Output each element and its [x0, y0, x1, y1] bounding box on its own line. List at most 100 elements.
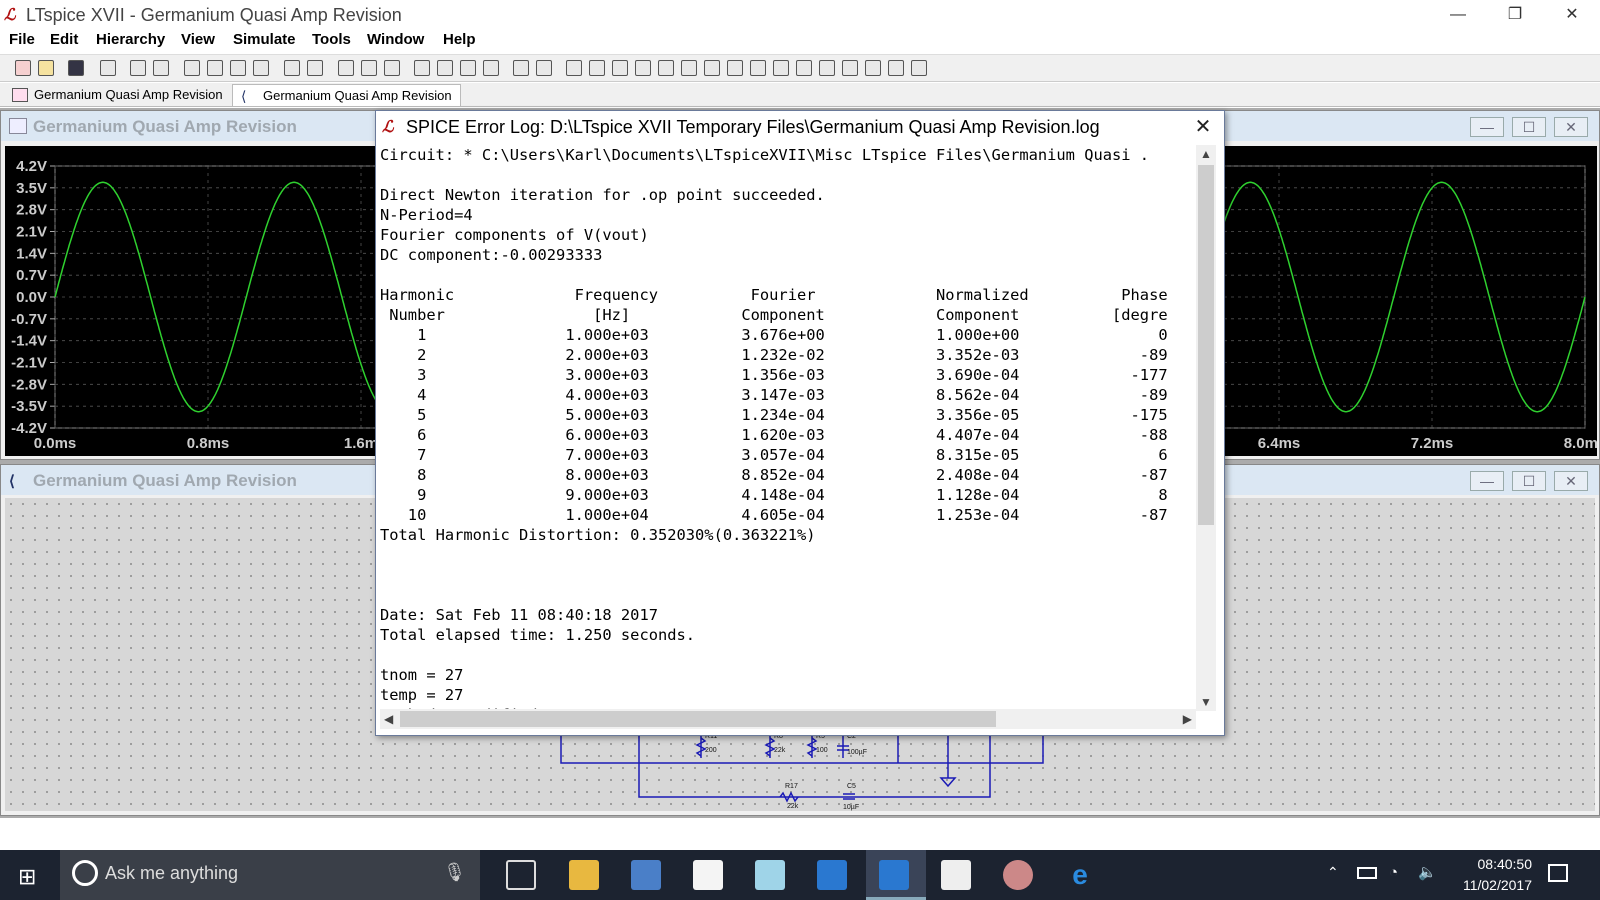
tab-waveform[interactable]: Germanium Quasi Amp Revision — [4, 84, 231, 106]
restore-button[interactable]: ❐ — [1492, 3, 1538, 27]
copy-icon[interactable] — [437, 60, 453, 76]
microphone-icon[interactable]: 🎙 — [443, 862, 466, 883]
document-icon[interactable] — [693, 860, 723, 890]
menu-hierarchy[interactable]: Hierarchy — [96, 31, 165, 48]
child-maximize-button[interactable]: ☐ — [1512, 117, 1546, 137]
diode-icon[interactable] — [704, 60, 720, 76]
schematic-icon: ⟨ — [241, 88, 247, 104]
control-panel-icon[interactable] — [100, 60, 116, 76]
tile-horizontal-icon[interactable] — [338, 60, 354, 76]
resistor-icon[interactable] — [635, 60, 651, 76]
new-schematic-icon[interactable] — [15, 60, 31, 76]
component-icon[interactable] — [727, 60, 743, 76]
show-hidden-icons-icon[interactable]: ⌃ — [1327, 864, 1339, 881]
text-icon[interactable] — [888, 60, 904, 76]
battery-icon[interactable] — [1357, 867, 1377, 879]
menu-edit[interactable]: Edit — [50, 31, 78, 48]
scroll-right-icon[interactable]: ▶ — [1183, 712, 1192, 726]
dialog-close-button[interactable]: ✕ — [1188, 114, 1218, 138]
child-close-button[interactable]: ✕ — [1554, 117, 1588, 137]
y-tick-label: 2.8V — [16, 202, 47, 219]
find-icon[interactable] — [483, 60, 499, 76]
inductor-icon[interactable] — [681, 60, 697, 76]
ground-icon[interactable] — [589, 60, 605, 76]
wifi-icon[interactable]: ◔ — [1389, 864, 1398, 881]
grid-icon[interactable] — [307, 60, 323, 76]
action-center-icon[interactable] — [1548, 864, 1568, 882]
menu-help[interactable]: Help — [443, 31, 476, 48]
scroll-down-icon[interactable]: ▼ — [1200, 695, 1212, 709]
horizontal-scrollbar[interactable]: ◀ ▶ — [380, 709, 1196, 729]
log-line: temp = 27 — [380, 686, 464, 704]
minimize-button[interactable]: — — [1435, 3, 1481, 27]
part-val-c5: 10µF — [843, 804, 859, 811]
search-placeholder: Ask me anything — [105, 863, 239, 883]
capacitor-icon[interactable] — [658, 60, 674, 76]
child-close-button[interactable]: ✕ — [1554, 471, 1588, 491]
run-icon[interactable] — [130, 60, 146, 76]
spice-error-log-dialog[interactable]: ℒ SPICE Error Log: D:\LTspice XVII Tempo… — [375, 110, 1225, 736]
paint-icon[interactable] — [1003, 860, 1033, 890]
edge-browser-icon[interactable]: e — [1065, 860, 1095, 890]
horizontal-scroll-thumb[interactable] — [400, 711, 996, 727]
scroll-up-icon[interactable]: ▲ — [1200, 147, 1212, 161]
menu-file[interactable]: File — [9, 31, 35, 48]
wire-icon[interactable] — [566, 60, 582, 76]
dialog-title: SPICE Error Log: D:\LTspice XVII Tempora… — [406, 117, 1100, 137]
save-icon[interactable] — [68, 60, 84, 76]
y-tick-label: -1.4V — [11, 333, 47, 350]
close-button[interactable]: ✕ — [1549, 3, 1595, 27]
tab-schematic[interactable]: ⟨ Germanium Quasi Amp Revision — [232, 84, 461, 106]
note-icon[interactable] — [755, 860, 785, 890]
spice-directive-icon[interactable] — [911, 60, 927, 76]
zoom-out-icon[interactable] — [230, 60, 246, 76]
redo-icon[interactable] — [819, 60, 835, 76]
volume-icon[interactable]: 🔈 — [1418, 863, 1437, 881]
log-line: Direct Newton iteration for .op point su… — [380, 186, 825, 204]
clock-date[interactable]: 11/02/2017 — [1463, 877, 1532, 893]
tile-vertical-icon[interactable] — [384, 60, 400, 76]
drag-icon[interactable] — [773, 60, 789, 76]
autorange-icon[interactable] — [284, 60, 300, 76]
zoom-pan-icon[interactable] — [207, 60, 223, 76]
print-icon[interactable] — [536, 60, 552, 76]
ltspice-xvii-icon[interactable] — [879, 860, 909, 890]
ltspice-iv-icon[interactable] — [817, 860, 847, 890]
scroll-left-icon[interactable]: ◀ — [384, 712, 393, 726]
paste-icon[interactable] — [460, 60, 476, 76]
cortana-search-box[interactable]: Ask me anything 🎙 — [60, 850, 480, 900]
child-minimize-button[interactable]: — — [1470, 117, 1504, 137]
library-icon[interactable] — [631, 860, 661, 890]
schematic-wires — [560, 734, 1044, 798]
vertical-scrollbar[interactable]: ▲ ▼ — [1196, 145, 1216, 711]
menu-simulate[interactable]: Simulate — [233, 31, 296, 48]
mirror-icon[interactable] — [865, 60, 881, 76]
file-explorer-icon[interactable] — [569, 860, 599, 890]
x-tick-label: 1.6m — [344, 435, 378, 452]
print-setup-icon[interactable] — [513, 60, 529, 76]
menu-window[interactable]: Window — [367, 31, 424, 48]
log-text[interactable]: Circuit: * C:\Users\Karl\Documents\LTspi… — [380, 145, 1190, 711]
cascade-icon[interactable] — [361, 60, 377, 76]
undo-icon[interactable] — [796, 60, 812, 76]
label-net-icon[interactable] — [612, 60, 628, 76]
menu-tools[interactable]: Tools — [312, 31, 351, 48]
open-icon[interactable] — [38, 60, 54, 76]
task-view-icon[interactable] — [506, 860, 536, 890]
child-maximize-button[interactable]: ☐ — [1512, 471, 1546, 491]
part-val-r5: 100 — [816, 747, 828, 754]
move-icon[interactable] — [750, 60, 766, 76]
log-line: 2 2.000e+03 1.232e-02 3.352e-03 -89 — [380, 346, 1168, 364]
zoom-in-icon[interactable] — [184, 60, 200, 76]
windows-start-icon[interactable]: ⊞ — [18, 864, 36, 890]
halt-icon[interactable] — [153, 60, 169, 76]
zoom-fit-icon[interactable] — [253, 60, 269, 76]
toolbar — [0, 54, 1600, 82]
rotate-icon[interactable] — [842, 60, 858, 76]
clock-time[interactable]: 08:40:50 — [1478, 856, 1533, 872]
menu-view[interactable]: View — [181, 31, 215, 48]
calculator-icon[interactable] — [941, 860, 971, 890]
child-minimize-button[interactable]: — — [1470, 471, 1504, 491]
cut-icon[interactable] — [414, 60, 430, 76]
vertical-scroll-thumb[interactable] — [1198, 165, 1214, 525]
